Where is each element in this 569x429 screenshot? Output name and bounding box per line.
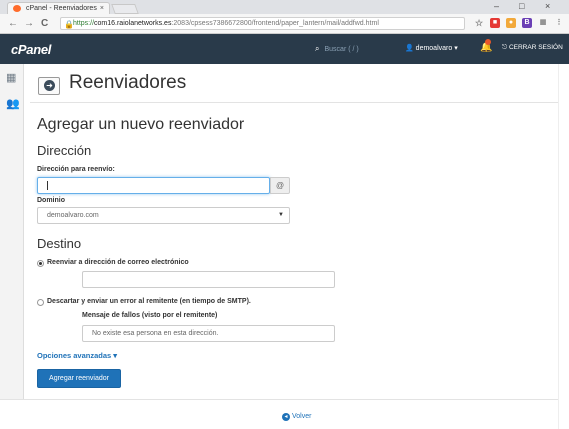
- domain-label: Dominio: [37, 197, 65, 204]
- destino-heading: Destino: [37, 236, 82, 251]
- domain-select[interactable]: demoalvaro.com ▼: [37, 207, 290, 224]
- lock-icon: 🔒: [64, 20, 74, 29]
- logout-icon: ⎋: [502, 44, 509, 51]
- url-scheme: https://: [73, 20, 95, 27]
- reload-icon[interactable]: C: [41, 17, 48, 30]
- radio-forward-email[interactable]: [37, 260, 44, 267]
- search-placeholder: Buscar ( / ): [324, 46, 359, 53]
- add-forwarder-button[interactable]: Agregar reenviador: [37, 369, 121, 388]
- menu-icon[interactable]: ⋮: [554, 18, 564, 28]
- address-label: Dirección para reenvío:: [37, 166, 115, 173]
- back-arrow-icon[interactable]: ←: [8, 17, 18, 30]
- back-link[interactable]: ◂ Volver: [282, 413, 311, 421]
- text-caret: [47, 180, 48, 190]
- logout-button[interactable]: ⎋ CERRAR SESIÓN: [502, 44, 563, 52]
- url-host: com16.raiolanetworks.es: [94, 20, 172, 27]
- logout-label: CERRAR SESIÓN: [508, 44, 563, 51]
- minimize-icon[interactable]: –: [494, 0, 499, 12]
- notification-badge: [485, 39, 491, 45]
- forwarders-icon: ➜: [38, 77, 60, 95]
- browser-tab[interactable]: cPanel - Reenviadores ×: [7, 2, 110, 14]
- forward-arrow-icon[interactable]: →: [24, 17, 34, 30]
- scrollbar[interactable]: [558, 64, 569, 429]
- extension-red-icon[interactable]: ■: [490, 18, 500, 28]
- search-icon: ⌕: [315, 44, 320, 53]
- user-menu[interactable]: 👤 demoalvaro ▾: [405, 44, 458, 52]
- cpanel-logo[interactable]: cPanel: [11, 42, 51, 57]
- forward-address-input[interactable]: [37, 177, 270, 194]
- radio-discard[interactable]: [37, 299, 44, 306]
- username: demoalvaro: [415, 45, 453, 52]
- discard-label[interactable]: Descartar y enviar un error al remitente…: [47, 298, 251, 305]
- failure-message-input[interactable]: No existe esa persona en esta dirección.: [82, 325, 335, 342]
- sidebar: ▦ 👥: [0, 64, 24, 429]
- section-title: Agregar un nuevo reenviador: [37, 116, 245, 133]
- users-icon[interactable]: 👥: [6, 99, 20, 110]
- domain-selected-value: demoalvaro.com: [47, 212, 99, 219]
- url-field[interactable]: 🔒 https://com16.raiolanetworks.es:2083/c…: [60, 17, 465, 30]
- forward-destination-input[interactable]: [82, 271, 335, 288]
- divider: [30, 102, 566, 103]
- extension-user-icon[interactable]: ●: [506, 18, 516, 28]
- direccion-heading: Dirección: [37, 143, 92, 158]
- cpanel-favicon-icon: [13, 5, 21, 12]
- user-icon: 👤: [405, 45, 414, 52]
- back-circle-icon: ◂: [282, 413, 290, 421]
- tab-close-icon[interactable]: ×: [100, 3, 104, 14]
- chevron-down-icon: ▼: [278, 212, 284, 218]
- extension-grid-icon[interactable]: ▦: [538, 18, 548, 28]
- star-icon[interactable]: ☆: [474, 18, 484, 28]
- cpanel-header: cPanel ⌕ Buscar ( / ) 👤 demoalvaro ▾ 🔔 ⎋ …: [0, 34, 569, 64]
- failure-message-placeholder: No existe esa persona en esta dirección.: [92, 330, 219, 337]
- maximize-icon[interactable]: □: [519, 0, 524, 12]
- forward-email-label[interactable]: Reenviar a dirección de correo electróni…: [47, 259, 189, 266]
- at-symbol-addon: @: [270, 177, 290, 194]
- browser-address-bar: ← → C 🔒 https://com16.raiolanetworks.es:…: [0, 14, 569, 34]
- header-search[interactable]: ⌕ Buscar ( / ): [315, 44, 359, 54]
- browser-tab-bar: cPanel - Reenviadores × – □ ×: [0, 0, 569, 14]
- notifications-bell-icon[interactable]: 🔔: [480, 39, 492, 53]
- failure-message-label: Mensaje de fallos (visto por el remitent…: [82, 312, 218, 319]
- back-link-label: Volver: [292, 413, 312, 420]
- close-window-icon[interactable]: ×: [545, 0, 550, 12]
- page-title: Reenviadores: [69, 72, 187, 93]
- grid-home-icon[interactable]: ▦: [6, 73, 19, 84]
- new-tab-button[interactable]: [111, 4, 139, 14]
- url-path: :2083/cpsess7386672800/frontend/paper_la…: [171, 20, 379, 27]
- tab-title: cPanel - Reenviadores: [26, 5, 97, 12]
- advanced-options-link[interactable]: Opciones avanzadas ▾: [37, 351, 117, 360]
- caret-down-icon: ▾: [454, 45, 458, 52]
- extension-b-icon[interactable]: B: [522, 18, 532, 28]
